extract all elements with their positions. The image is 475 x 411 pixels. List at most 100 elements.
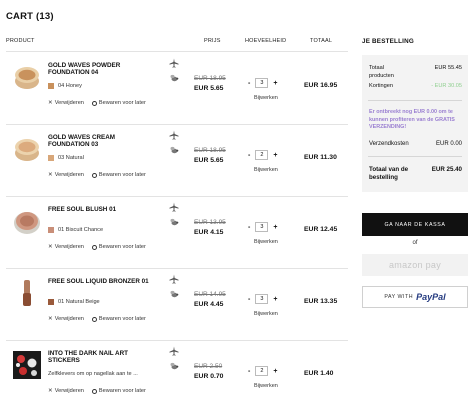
increase-quantity-button[interactable]: +: [273, 152, 277, 159]
save-for-later-button[interactable]: Bewaren voor later: [91, 316, 146, 322]
save-label: Bewaren voor later: [98, 316, 146, 322]
summary-divider: [368, 156, 462, 157]
remove-button[interactable]: ✕ Verwijderen: [48, 388, 84, 394]
item-total: EUR 13.35: [304, 298, 338, 305]
item-total: EUR 12.45: [304, 226, 338, 233]
remove-label: Verwijderen: [54, 316, 84, 322]
original-price: EUR 18.95: [194, 147, 226, 154]
update-button[interactable]: Bijwerken: [254, 383, 278, 389]
save-for-later-button[interactable]: Bewaren voor later: [91, 388, 146, 394]
product-shade: 01 Biscuit Chance: [48, 227, 103, 233]
decrease-quantity-button[interactable]: -: [248, 224, 250, 231]
order-total-label: Totaal van de bestelling: [369, 166, 409, 181]
product-thumbnail[interactable]: [12, 350, 42, 380]
bee-icon: [170, 218, 179, 226]
decrease-quantity-button[interactable]: -: [248, 296, 250, 303]
clock-icon: [91, 100, 97, 106]
remove-label: Verwijderen: [54, 172, 84, 178]
close-icon: ✕: [48, 172, 53, 178]
product-thumbnail[interactable]: [12, 134, 42, 164]
remove-button[interactable]: ✕ Verwijderen: [48, 244, 84, 250]
product-image: [14, 212, 40, 234]
quantity-stepper: - 3 +: [248, 294, 277, 304]
shade-label: Zelfklevers om op nagellak aan te ...: [48, 371, 138, 377]
remove-label: Verwijderen: [54, 244, 84, 250]
remove-button[interactable]: ✕ Verwijderen: [48, 100, 84, 106]
clock-icon: [91, 316, 97, 322]
increase-quantity-button[interactable]: +: [273, 224, 277, 231]
quantity-input[interactable]: 3: [255, 78, 269, 88]
bee-icon: [170, 362, 179, 370]
cart-item: GOLD WAVES CREAM FOUNDATION 03 03 Natura…: [6, 125, 348, 197]
save-for-later-button[interactable]: Bewaren voor later: [91, 172, 146, 178]
save-for-later-button[interactable]: Bewaren voor later: [91, 244, 146, 250]
quantity-stepper: - 3 +: [248, 78, 277, 88]
save-label: Bewaren voor later: [98, 100, 146, 106]
close-icon: ✕: [48, 244, 53, 250]
item-icons: [167, 202, 181, 227]
decrease-quantity-button[interactable]: -: [248, 152, 250, 159]
product-thumbnail[interactable]: [12, 206, 42, 236]
product-thumbnail[interactable]: [12, 278, 42, 308]
checkout-button[interactable]: GA NAAR DE KASSA: [362, 213, 468, 236]
product-shade: Zelfklevers om op nagellak aan te ...: [48, 371, 138, 377]
plane-icon: [169, 274, 179, 284]
remove-button[interactable]: ✕ Verwijderen: [48, 172, 84, 178]
discounts-label: Kortingen: [369, 83, 393, 89]
item-icons: [167, 130, 181, 155]
update-button[interactable]: Bijwerken: [254, 95, 278, 101]
increase-quantity-button[interactable]: +: [273, 368, 277, 375]
save-label: Bewaren voor later: [98, 244, 146, 250]
product-thumbnail[interactable]: [12, 62, 42, 92]
product-image: [15, 67, 39, 89]
original-price: EUR 18.95: [194, 75, 226, 82]
quantity-input[interactable]: 2: [255, 150, 269, 160]
item-actions: ✕ Verwijderen Bewaren voor later: [48, 244, 146, 250]
summary-divider: [368, 100, 462, 101]
decrease-quantity-button[interactable]: -: [248, 368, 250, 375]
shade-label: 03 Natural: [58, 155, 84, 161]
column-header-product: PRODUCT: [6, 38, 35, 44]
update-button[interactable]: Bijwerken: [254, 311, 278, 317]
quantity-input[interactable]: 2: [255, 366, 269, 376]
item-total: EUR 1.40: [304, 370, 334, 377]
remove-label: Verwijderen: [54, 100, 84, 106]
clock-icon: [91, 172, 97, 178]
close-icon: ✕: [48, 388, 53, 394]
quantity-input[interactable]: 3: [255, 294, 269, 304]
decrease-quantity-button[interactable]: -: [248, 80, 250, 87]
product-name[interactable]: FREE SOUL BLUSH 01: [48, 206, 158, 213]
update-button[interactable]: Bijwerken: [254, 167, 278, 173]
product-name[interactable]: FREE SOUL LIQUID BRONZER 01: [48, 278, 158, 285]
shade-swatch: [48, 299, 54, 305]
save-label: Bewaren voor later: [98, 172, 146, 178]
item-total: EUR 16.95: [304, 82, 338, 89]
discounts-value: - EUR 30.05: [431, 83, 462, 89]
order-total-value: EUR 25.40: [431, 166, 462, 173]
product-name[interactable]: GOLD WAVES POWDER FOUNDATION 04: [48, 62, 158, 76]
bee-icon: [170, 74, 179, 82]
product-shade: 03 Natural: [48, 155, 84, 161]
cart-item: FREE SOUL LIQUID BRONZER 01 01 Natural B…: [6, 269, 348, 341]
product-name[interactable]: GOLD WAVES CREAM FOUNDATION 03: [48, 134, 158, 148]
amazon-pay-button[interactable]: amazon pay: [362, 254, 468, 276]
sale-price: EUR 5.65: [194, 85, 224, 92]
paypal-button[interactable]: PAY WITH PayPal: [362, 286, 468, 308]
item-total: EUR 11.30: [304, 154, 337, 161]
cart-item: GOLD WAVES POWDER FOUNDATION 04 04 Honey…: [6, 53, 348, 125]
increase-quantity-button[interactable]: +: [273, 296, 277, 303]
item-actions: ✕ Verwijderen Bewaren voor later: [48, 316, 146, 322]
increase-quantity-button[interactable]: +: [273, 80, 277, 87]
item-actions: ✕ Verwijderen Bewaren voor later: [48, 172, 146, 178]
update-button[interactable]: Bijwerken: [254, 239, 278, 245]
quantity-input[interactable]: 3: [255, 222, 269, 232]
clock-icon: [91, 388, 97, 394]
save-for-later-button[interactable]: Bewaren voor later: [91, 100, 146, 106]
sale-price: EUR 4.45: [194, 301, 224, 308]
product-name[interactable]: INTO THE DARK NAIL ART STICKERS: [48, 350, 158, 364]
plane-icon: [169, 346, 179, 356]
shade-swatch: [48, 83, 54, 89]
shipping-value: EUR 0.00: [435, 141, 462, 147]
sale-price: EUR 4.15: [194, 229, 224, 236]
remove-button[interactable]: ✕ Verwijderen: [48, 316, 84, 322]
